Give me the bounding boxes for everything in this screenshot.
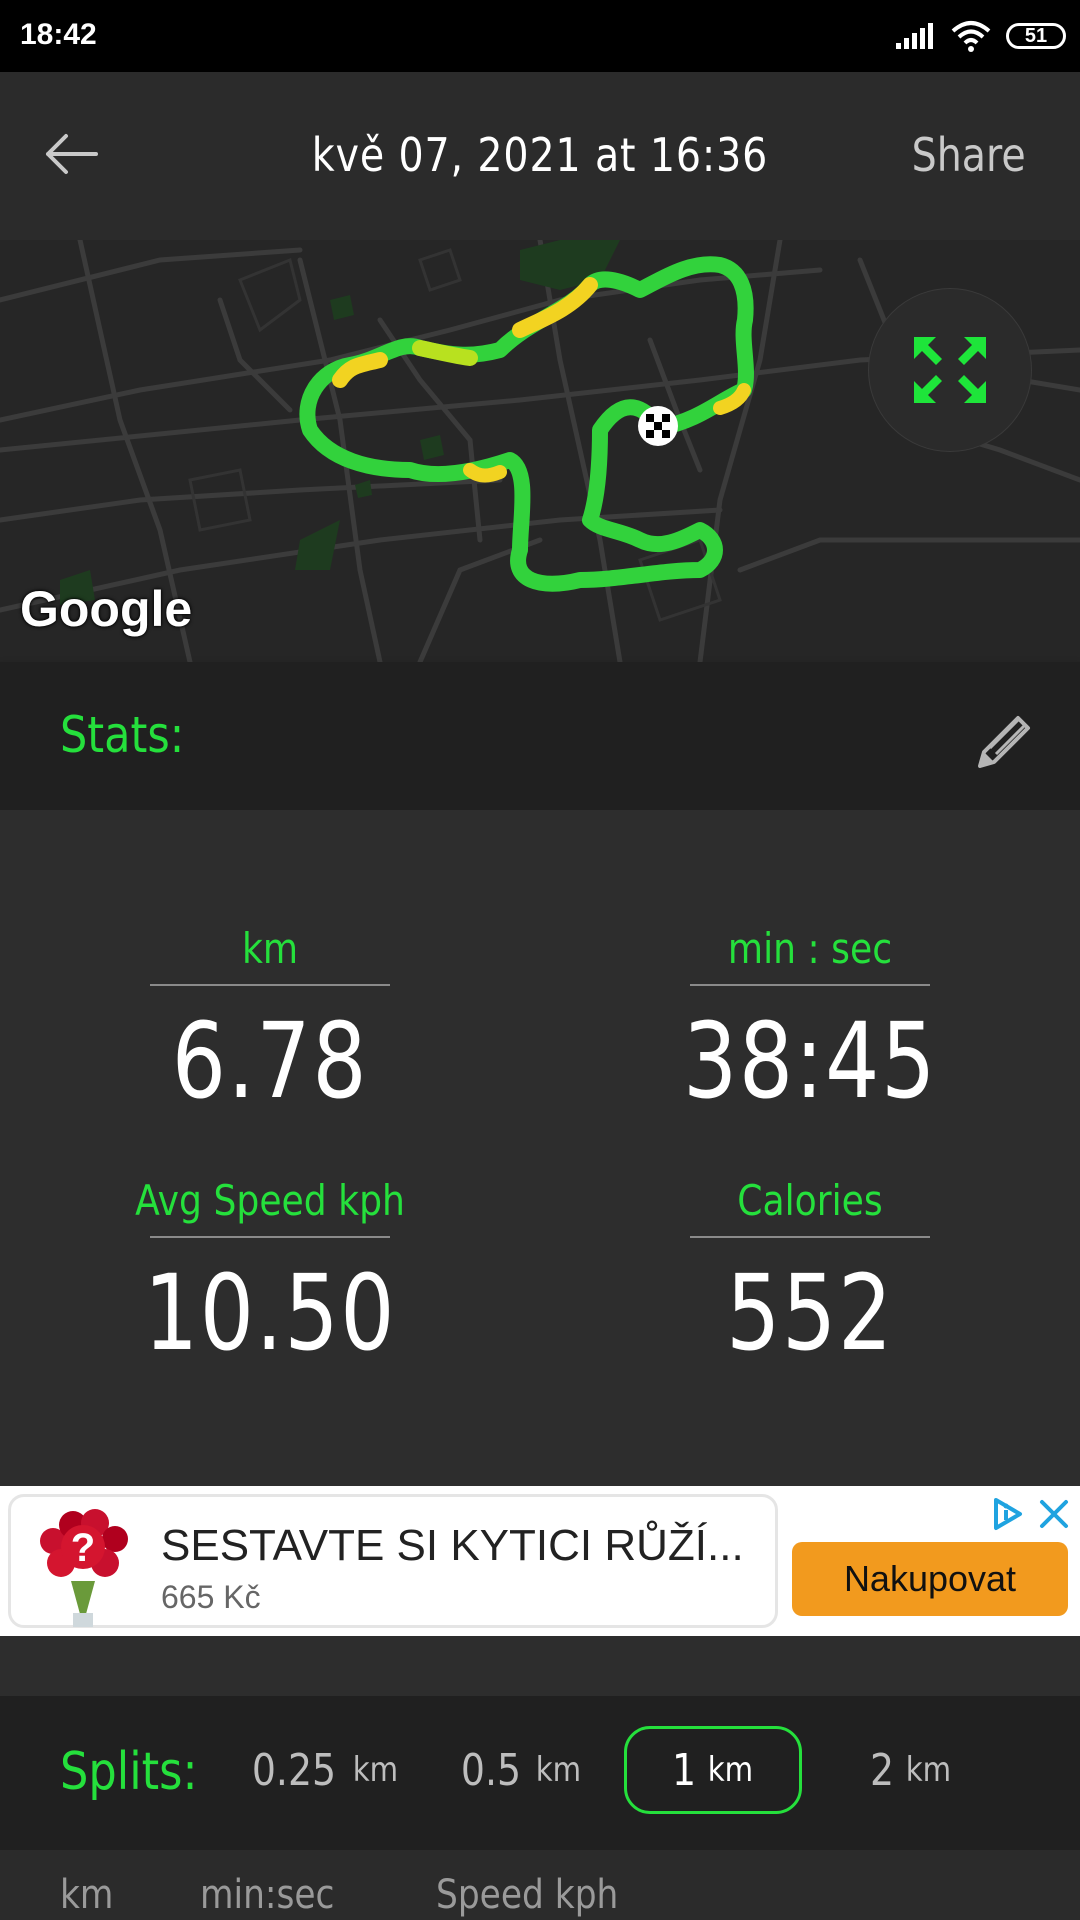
split-option-0.5-km[interactable]: 0.5 km: [452, 1726, 588, 1814]
stat-distance: km 6.78: [70, 914, 470, 1136]
column-header-time: min:sec: [200, 1872, 335, 1918]
stat-label: min : sec: [727, 924, 893, 973]
adchoices-icon[interactable]: [990, 1496, 1026, 1532]
checkered-flag-icon: [638, 406, 678, 446]
app-header: kvě 07, 2021 at 16:36 Share: [0, 72, 1080, 240]
split-unit: km: [352, 1750, 398, 1790]
stat-label: Avg Speed kph: [135, 1176, 405, 1225]
signal-icon: [896, 23, 933, 49]
split-value: 0.25: [251, 1744, 336, 1796]
stat-calories: Calories 552: [610, 1166, 1010, 1388]
rose-bouquet-icon: ?: [40, 1509, 128, 1627]
stats-header: Stats:: [0, 662, 1080, 810]
ad-banner[interactable]: ? SESTAVTE SI KYTICI RŮŽÍ... 665 Kč Naku…: [0, 1486, 1080, 1636]
svg-text:?: ?: [71, 1526, 95, 1570]
stats-title: Stats:: [60, 706, 185, 764]
stat-label: km: [241, 924, 299, 973]
column-header-km: km: [60, 1872, 114, 1918]
share-button[interactable]: Share: [912, 128, 1026, 182]
ad-card[interactable]: ? SESTAVTE SI KYTICI RŮŽÍ... 665 Kč: [8, 1494, 778, 1628]
split-unit: km: [905, 1750, 951, 1790]
battery-level: 51: [1024, 24, 1048, 47]
page-title: kvě 07, 2021 at 16:36: [311, 128, 769, 182]
pencil-icon: [978, 716, 1030, 768]
close-icon[interactable]: [1034, 1494, 1074, 1534]
split-unit: km: [535, 1750, 581, 1790]
stat-duration: min : sec 38:45: [610, 914, 1010, 1136]
battery-icon: 51: [1006, 23, 1066, 49]
split-value: 1: [671, 1744, 696, 1796]
ad-title: SESTAVTE SI KYTICI RŮŽÍ...: [161, 1521, 744, 1570]
stat-label: Calories: [737, 1176, 883, 1225]
splits-title: Splits:: [60, 1742, 198, 1802]
ad-price: 665 Kč: [161, 1579, 261, 1615]
stat-value: 552: [726, 1252, 894, 1374]
status-time: 18:42: [20, 18, 97, 51]
edit-stats-button[interactable]: [970, 710, 1036, 776]
status-bar: 18:42 51: [0, 0, 1080, 72]
stat-value: 6.78: [171, 1000, 369, 1122]
fullscreen-expand-icon: [914, 337, 986, 403]
status-icons: 51: [894, 18, 1066, 54]
split-unit: km: [707, 1750, 753, 1790]
split-option-2-km[interactable]: 2 km: [856, 1726, 966, 1814]
map-attribution: Google: [20, 581, 193, 637]
stat-avg-speed: Avg Speed kph 10.50: [70, 1166, 470, 1388]
route-map[interactable]: Google: [0, 240, 1080, 662]
split-option-0.25-km[interactable]: 0.25 km: [248, 1726, 398, 1814]
split-value: 0.5: [460, 1744, 521, 1796]
split-option-1-km[interactable]: 1 km: [624, 1726, 802, 1814]
splits-table-header: km min:sec Speed kph: [0, 1850, 1080, 1920]
stat-value: 10.50: [143, 1252, 397, 1374]
splits-bar: Splits: 0.25 km 0.5 km 1 km 2 km: [0, 1696, 1080, 1850]
ad-cta-button[interactable]: Nakupovat: [792, 1542, 1068, 1616]
split-value: 2: [869, 1744, 894, 1796]
wifi-icon: [951, 21, 991, 52]
expand-map-button[interactable]: [868, 288, 1032, 452]
stats-body: km 6.78 min : sec 38:45 Avg Speed kph 10…: [0, 810, 1080, 1486]
stat-value: 38:45: [683, 1000, 937, 1122]
column-header-speed: Speed kph: [436, 1872, 619, 1918]
